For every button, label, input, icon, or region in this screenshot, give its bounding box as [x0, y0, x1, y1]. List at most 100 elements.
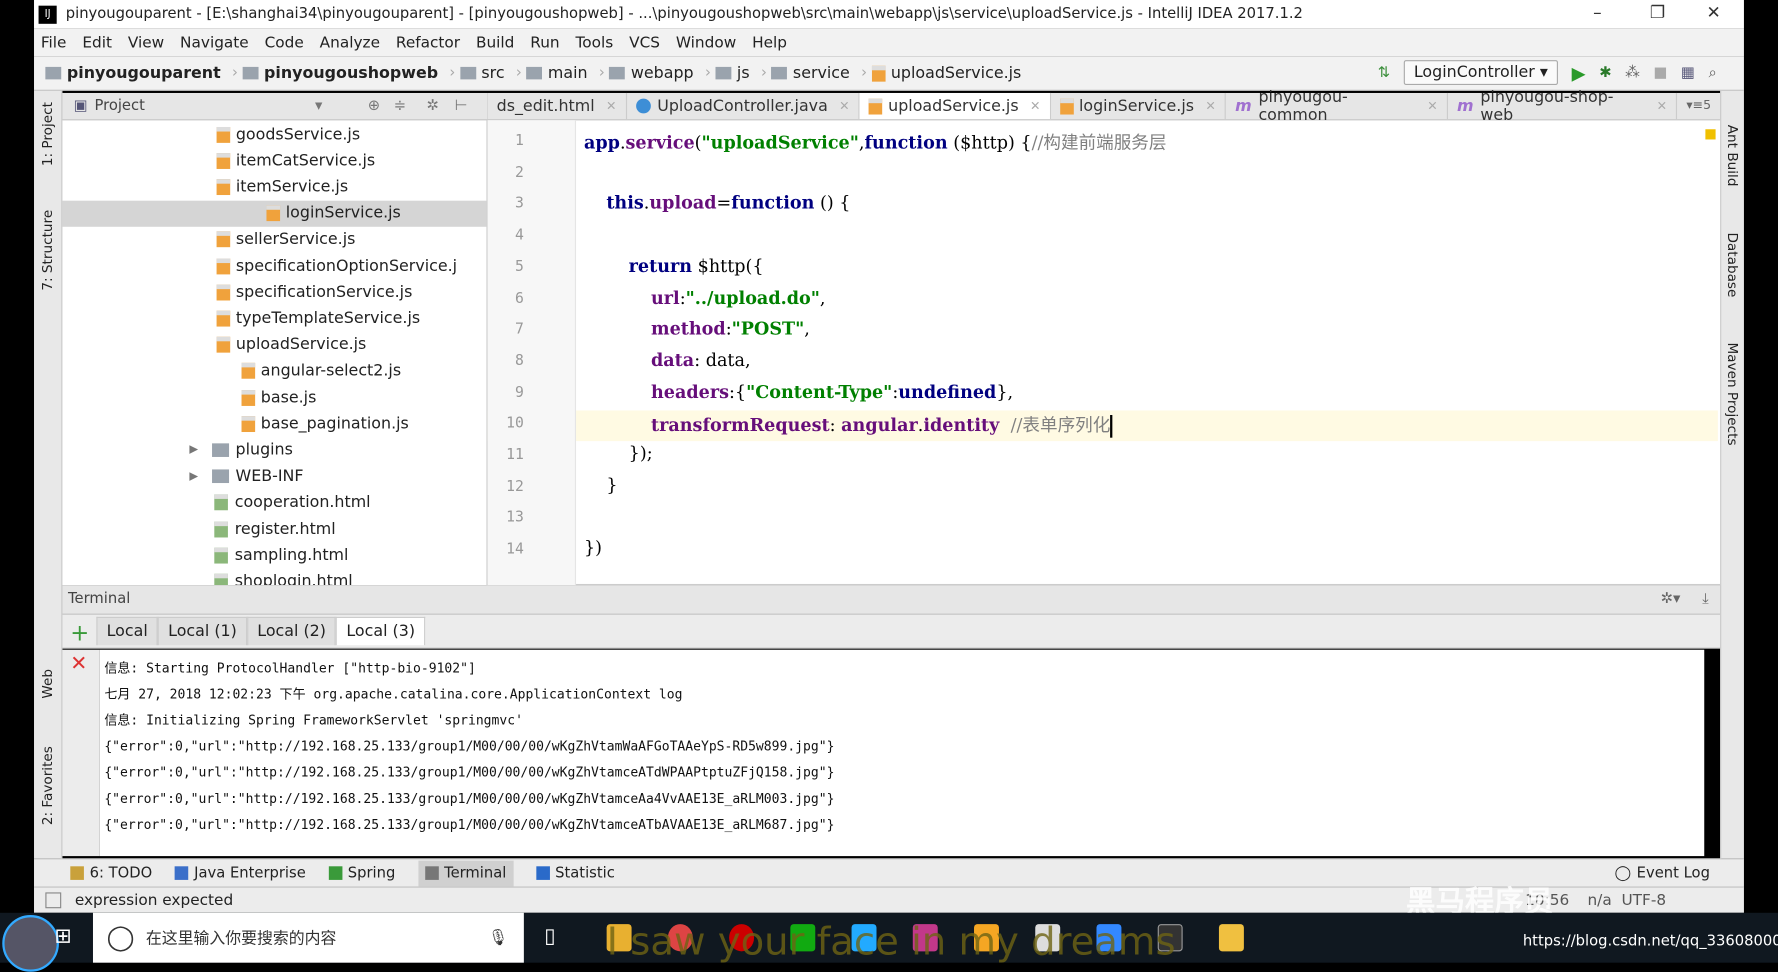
tool-ant-build[interactable]: Ant Build	[1725, 125, 1741, 187]
breadcrumb-item[interactable]: src	[459, 64, 505, 82]
gear-icon[interactable]: ✲	[426, 98, 438, 115]
menu-vcs[interactable]: VCS	[629, 33, 660, 51]
tree-item[interactable]: itemService.js	[216, 174, 348, 200]
menu-analyze[interactable]: Analyze	[320, 33, 380, 51]
breadcrumb-item[interactable]: service	[771, 64, 850, 82]
tree-item[interactable]: specificationService.js	[216, 279, 412, 305]
tree-item[interactable]: ▶ WEB-INF	[189, 463, 303, 489]
folder-icon[interactable]	[1218, 924, 1244, 952]
menu-tools[interactable]: Tools	[576, 33, 614, 51]
tabs-overflow-icon[interactable]: ▾≡5	[1677, 93, 1720, 119]
run-config-select[interactable]: LoginController ▾	[1403, 60, 1559, 86]
line-separator[interactable]: n/a	[1587, 891, 1611, 909]
windows-start-icon[interactable]: ⊞	[54, 924, 71, 948]
tool-statistic[interactable]: Statistic	[535, 865, 615, 882]
menu-file[interactable]: File	[41, 33, 67, 51]
tab-ds-edit-html[interactable]: ds_edit.html ✕	[488, 92, 627, 120]
menu-view[interactable]: View	[128, 33, 164, 51]
tool-database[interactable]: Database	[1725, 232, 1741, 297]
debug-icon[interactable]: ✱	[1599, 64, 1611, 81]
close-icon[interactable]: ✕	[1657, 99, 1667, 114]
tree-item[interactable]: cooperation.html	[214, 490, 371, 516]
menu-build[interactable]: Build	[476, 33, 514, 51]
tab-pinyougou-common[interactable]: m pinyougou-common ✕	[1226, 88, 1448, 124]
close-icon[interactable]: ✕	[1030, 99, 1040, 114]
breadcrumb-item[interactable]: pinyougoushopweb	[242, 64, 438, 82]
sync-icon[interactable]: ⊕	[368, 98, 380, 115]
tree-item[interactable]: specificationOptionService.j	[216, 253, 457, 279]
taskbar-search[interactable]: ◯ 在这里输入你要搜索的内容 🎙	[92, 912, 524, 963]
breadcrumb-item[interactable]: webapp	[609, 64, 694, 82]
close-session-icon[interactable]: ✕	[70, 652, 87, 676]
task-view-icon[interactable]: ▯	[544, 924, 555, 948]
hide-icon[interactable]: ⤓	[1702, 591, 1709, 608]
menu-refactor[interactable]: Refactor	[396, 33, 460, 51]
tab-uploadcontroller-java[interactable]: UploadController.java ✕	[627, 92, 860, 120]
coverage-icon[interactable]: ⁂	[1625, 64, 1640, 81]
tree-item[interactable]: base.js	[241, 384, 316, 410]
tool-structure[interactable]: 7: Structure	[40, 210, 56, 291]
new-session-icon[interactable]: +	[70, 619, 89, 646]
tree-item[interactable]: angular-select2.js	[241, 358, 401, 384]
terminal-tab[interactable]: Local (3)	[336, 616, 426, 646]
close-icon[interactable]: ✕	[1427, 99, 1437, 114]
search-icon[interactable]: ⌕	[1709, 64, 1717, 81]
tree-item[interactable]: base_pagination.js	[241, 411, 409, 437]
menu-navigate[interactable]: Navigate	[180, 33, 249, 51]
terminal-tab[interactable]: Local	[96, 616, 158, 646]
tab-uploadservice-js[interactable]: uploadService.js ✕	[859, 92, 1051, 120]
menu-window[interactable]: Window	[676, 33, 736, 51]
gear-icon[interactable]: ✲▾	[1661, 591, 1681, 608]
close-icon[interactable]: ✕	[606, 99, 616, 114]
chevron-down-icon[interactable]: ▾	[315, 98, 322, 115]
tab-pinyougou-shop-web[interactable]: m pinyougou-shop-web ✕	[1448, 88, 1678, 124]
close-icon[interactable]: ✕	[1205, 99, 1215, 114]
file-encoding[interactable]: UTF-8	[1621, 891, 1666, 909]
menu-edit[interactable]: Edit	[82, 33, 112, 51]
tree-item[interactable]: sampling.html	[214, 542, 348, 568]
menu-run[interactable]: Run	[530, 33, 559, 51]
close-icon[interactable]: ✕	[839, 99, 849, 114]
tool-web[interactable]: Web	[40, 669, 56, 699]
tree-item[interactable]: shoplogin.html	[214, 569, 353, 586]
code-editor[interactable]: 1 2 3 4 5 6 7 8 9 10 11 12 13 14 app.service("uploadS…	[487, 120, 1721, 586]
breadcrumb-item[interactable]: js	[715, 64, 750, 82]
project-view-select[interactable]: Project	[94, 98, 144, 115]
tree-item[interactable]: ▶ plugins	[189, 437, 293, 463]
restore-button[interactable]: ❐	[1650, 2, 1665, 22]
toggle-panels-icon[interactable]	[45, 892, 62, 909]
tool-favorites[interactable]: 2: Favorites	[40, 746, 56, 825]
tree-item[interactable]: itemCatService.js	[216, 148, 375, 174]
minimize-button[interactable]: –	[1593, 2, 1602, 22]
tree-item[interactable]: goodsService.js	[216, 121, 360, 147]
project-structure-icon[interactable]: ▦	[1681, 64, 1695, 81]
collapse-icon[interactable]: ≑	[394, 98, 406, 115]
tree-item[interactable]: register.html	[214, 516, 336, 542]
stop-icon[interactable]: ■	[1654, 64, 1668, 81]
breadcrumb-item[interactable]: uploadService.js	[871, 64, 1021, 82]
tool-spring[interactable]: Spring	[328, 865, 395, 882]
microphone-icon[interactable]: 🎙	[488, 929, 508, 947]
tab-loginservice-js[interactable]: loginService.js ✕	[1051, 92, 1227, 120]
tool-project[interactable]: 1: Project	[40, 102, 56, 166]
tool-maven-projects[interactable]: Maven Projects	[1725, 342, 1741, 445]
tree-item[interactable]: typeTemplateService.js	[216, 305, 420, 331]
chevron-right-icon[interactable]: ▶	[189, 444, 198, 456]
tool-terminal[interactable]: Terminal	[417, 860, 514, 887]
warning-marker-icon[interactable]	[1705, 129, 1716, 140]
terminal-output[interactable]: 信息: Starting ProtocolHandler ["http-bio-…	[99, 649, 1705, 857]
tool-6-todo[interactable]: 6: TODO	[70, 865, 152, 882]
tree-item[interactable]: uploadService.js	[216, 332, 366, 358]
hide-icon[interactable]: ⊢	[455, 98, 468, 115]
vcs-update-icon[interactable]: ⇅	[1378, 64, 1390, 81]
close-button[interactable]: ✕	[1707, 2, 1721, 22]
terminal-tab[interactable]: Local (1)	[157, 616, 248, 646]
menu-help[interactable]: Help	[752, 33, 787, 51]
terminal-tab[interactable]: Local (2)	[247, 616, 337, 646]
breadcrumb-item[interactable]: main	[526, 64, 588, 82]
breadcrumb-item[interactable]: pinyougouparent	[45, 64, 221, 82]
run-icon[interactable]: ▶	[1572, 62, 1586, 84]
event-log-button[interactable]: ◯ Event Log	[1614, 865, 1709, 882]
chevron-right-icon[interactable]: ▶	[189, 470, 198, 482]
tree-item[interactable]: sellerService.js	[216, 227, 355, 253]
